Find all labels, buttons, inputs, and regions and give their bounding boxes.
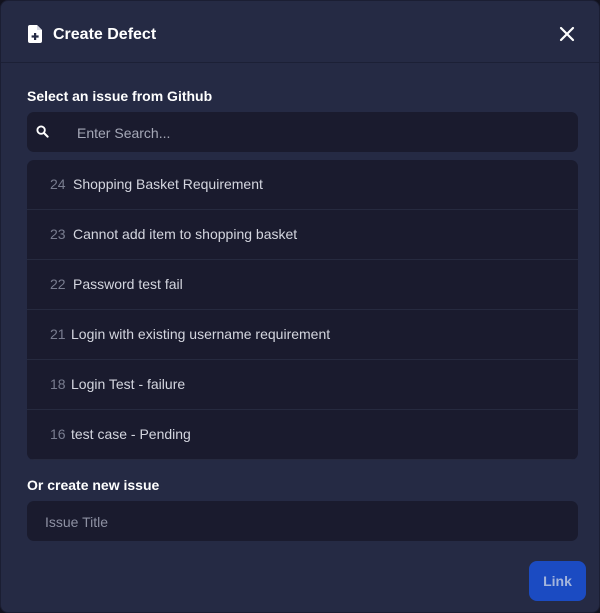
issue-number: 22 xyxy=(50,276,66,292)
search-input[interactable] xyxy=(75,112,569,154)
select-issue-label: Select an issue from Github xyxy=(27,88,213,104)
issue-number: 23 xyxy=(50,226,66,242)
issue-list-item[interactable]: 18 Login Test - failure xyxy=(27,360,578,410)
issue-list-item[interactable]: 23 Cannot add item to shopping basket xyxy=(27,210,578,260)
issue-number: 16 xyxy=(50,426,66,442)
search-icon xyxy=(36,125,49,138)
link-button[interactable]: Link xyxy=(529,561,586,601)
issue-number: 24 xyxy=(50,176,66,192)
dialog-header: Create Defect xyxy=(1,1,599,63)
create-issue-label: Or create new issue xyxy=(27,477,160,493)
issue-title: Shopping Basket Requirement xyxy=(73,176,263,192)
issue-title-field[interactable] xyxy=(27,501,578,543)
issue-title-input[interactable] xyxy=(43,501,567,543)
dialog-title: Create Defect xyxy=(53,26,157,43)
issue-number: 21 xyxy=(50,326,66,342)
issue-list-item[interactable]: 21 Login with existing username requirem… xyxy=(27,310,578,360)
issue-number: 18 xyxy=(50,376,66,392)
github-issue-list: 24 Shopping Basket Requirement 23 Cannot… xyxy=(27,160,578,460)
issue-list-item[interactable]: 22 Password test fail xyxy=(27,260,578,310)
issue-title: Login with existing username requirement xyxy=(71,326,331,342)
issue-title: Password test fail xyxy=(73,276,183,292)
issue-list-item[interactable]: 16 test case - Pending xyxy=(27,410,578,460)
issue-title: Login Test - failure xyxy=(71,376,186,392)
issue-title: test case - Pending xyxy=(71,426,191,442)
issue-list-item[interactable]: 24 Shopping Basket Requirement xyxy=(27,160,578,210)
document-plus-icon xyxy=(28,25,42,43)
close-icon[interactable] xyxy=(556,23,578,45)
issue-title: Cannot add item to shopping basket xyxy=(73,226,298,242)
create-defect-dialog: Create Defect Select an issue from Githu… xyxy=(0,0,600,613)
issue-search-field[interactable] xyxy=(27,112,578,154)
